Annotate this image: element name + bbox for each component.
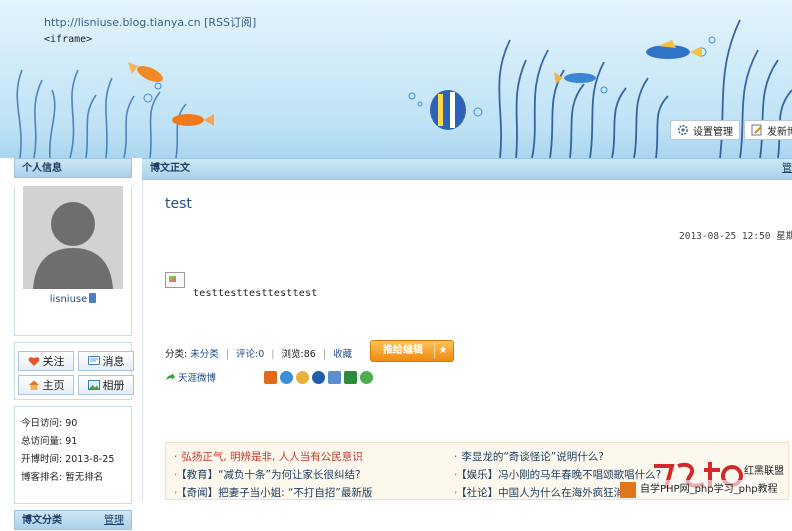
settings-button-label: 设置管理 — [693, 126, 733, 138]
album-button[interactable]: 相册 — [78, 375, 134, 395]
news-item[interactable]: · 李显龙的“奇谈怪论”说明什么? — [454, 449, 604, 464]
bullet-icon: · — [454, 469, 458, 481]
news-item[interactable]: · 【教育】“减负十条”为何让家长很纠结? — [174, 467, 361, 482]
bullet-icon: · — [174, 487, 178, 499]
profile-panel-title: 个人信息 — [14, 158, 132, 178]
message-button-label: 消息 — [102, 355, 125, 368]
views-count: 浏览:86 — [281, 349, 316, 360]
meta-separator: | — [271, 349, 275, 360]
share-arrow-icon — [166, 373, 175, 380]
bullet-icon: · — [454, 487, 458, 499]
weibo-share-label: 天涯微博 — [178, 373, 217, 384]
profile-actions: 关注 消息 主页 相册 — [14, 342, 134, 400]
broken-image-icon — [165, 272, 185, 288]
new-post-button[interactable]: 发新博 — [744, 120, 792, 140]
bullet-icon: · — [174, 469, 178, 481]
post-content: testtesttesttesttest — [193, 288, 318, 299]
blog-url[interactable]: http://lisniuse.blog.tianya.cn [RSS订阅] — [44, 14, 256, 30]
rss-link[interactable]: [RSS订阅] — [204, 16, 256, 29]
news-item[interactable]: · 弘扬正气, 明辨是非, 人人当有公民意识 — [174, 449, 363, 464]
iframe-placeholder-text: <iframe> — [44, 34, 93, 45]
profile-panel: lisniuse — [14, 186, 132, 336]
sidebar: 个人信息 lisniuse 关注 消息 主页 相册 今日访问: 90 总访问量:… — [14, 158, 134, 530]
bullet-icon: · — [174, 451, 178, 463]
stat-blog-start-date: 开博时间: 2013-8-25 — [21, 454, 115, 465]
favorite-link[interactable]: 收藏 — [333, 349, 352, 360]
blog-url-link[interactable]: http://lisniuse.blog.tianya.cn — [44, 16, 201, 29]
rss-share-icon[interactable] — [264, 370, 278, 384]
message-button[interactable]: 消息 — [78, 351, 134, 371]
weibo-share-link[interactable]: 天涯微博 — [165, 370, 216, 384]
news-link[interactable]: 李显龙的“奇谈怪论”说明什么? — [461, 451, 603, 463]
push-to-editor-label: 推给编辑 — [383, 345, 423, 356]
kaixin-share-icon[interactable] — [296, 370, 310, 384]
home-button[interactable]: 主页 — [18, 375, 74, 395]
comments-link[interactable]: 评论:0 — [236, 349, 264, 360]
bullet-icon: · — [454, 451, 458, 463]
category-label: 分类: — [165, 349, 188, 360]
new-post-button-label: 发新博 — [767, 126, 792, 138]
mobile-icon — [89, 293, 97, 303]
home-button-label: 主页 — [42, 379, 65, 392]
push-to-editor-button[interactable]: 推给编辑 ★ — [370, 340, 454, 362]
post-section-header: 博文正文 管 — [142, 158, 792, 180]
follow-button-label: 关注 — [42, 355, 65, 368]
news-item[interactable]: · 【社论】中国人为什么在海外疯狂消费 — [454, 485, 635, 500]
post-manage-link[interactable]: 管 — [782, 159, 792, 179]
default-avatar-icon — [33, 202, 113, 289]
settings-button[interactable]: 设置管理 — [670, 120, 740, 140]
stats-panel: 今日访问: 90 总访问量: 91 开博时间: 2013-8-25 博客排名: … — [14, 406, 132, 504]
fish-orange-top-icon — [128, 62, 163, 83]
news-link[interactable]: 【教育】“减负十条”为何让家长很纠结? — [181, 469, 360, 481]
heart-icon — [28, 357, 39, 366]
category-panel-title-text: 博文分类 — [22, 515, 62, 526]
post-body: test 2013-08-25 12:50 星期日 testtesttestte… — [142, 180, 792, 500]
post-meta: 分类: 未分类 | 评论:0 | 浏览:86 | 收藏 — [165, 346, 352, 360]
album-button-label: 相册 — [102, 379, 125, 392]
fish-orange-bottom-icon — [172, 114, 214, 126]
news-link[interactable]: 弘扬正气, 明辨是非, 人人当有公民意识 — [181, 451, 362, 463]
clover-share-icon[interactable] — [360, 370, 374, 384]
avatar[interactable] — [23, 186, 123, 289]
message-icon — [87, 356, 100, 365]
watermark-brand: 红黑联盟 — [744, 466, 784, 477]
meta-separator: | — [225, 349, 229, 360]
blog-header: http://lisniuse.blog.tianya.cn [RSS订阅] <… — [0, 0, 792, 158]
tencent-share-icon[interactable] — [328, 370, 342, 384]
category-link[interactable]: 未分类 — [190, 349, 219, 360]
gear-icon — [678, 125, 688, 135]
stat-today-visits: 今日访问: 90 — [21, 418, 78, 429]
home-icon — [28, 380, 39, 390]
post-title[interactable]: test — [165, 196, 192, 212]
category-panel-title: 博文分类 管理 — [14, 510, 132, 530]
watermark-footer: 自学PHP网_php学习_php教程 — [640, 480, 778, 495]
fish-striped-icon — [430, 90, 466, 130]
fish-blue-right-icon — [554, 72, 596, 84]
stat-blog-rank: 博客排名: 暂无排名 — [21, 472, 104, 483]
fish-yellow-right-icon — [646, 40, 702, 59]
news-link[interactable]: 【奇闻】把妻子当小姐: “不打自招”最新版 — [181, 487, 372, 499]
username-row[interactable]: lisniuse — [15, 293, 131, 307]
photo-icon — [87, 380, 100, 390]
share-bar: 天涯微博 — [165, 370, 374, 384]
news-item[interactable]: · 【奇闻】把妻子当小姐: “不打自招”最新版 — [174, 485, 372, 500]
meta-separator: | — [322, 349, 327, 360]
star-icon: ★ — [434, 343, 451, 359]
stat-total-visits: 总访问量: 91 — [21, 436, 78, 447]
douban-share-icon[interactable] — [344, 370, 358, 384]
post-section-title: 博文正文 — [150, 163, 190, 174]
renren-share-icon[interactable] — [312, 370, 326, 384]
category-manage-link[interactable]: 管理 — [104, 511, 124, 531]
news-link[interactable]: 【社论】中国人为什么在海外疯狂消费 — [461, 487, 634, 499]
edit-icon — [751, 124, 762, 136]
post-area: 博文正文 管 test 2013-08-25 12:50 星期日 testtes… — [142, 158, 792, 500]
qzone-share-icon[interactable] — [280, 370, 294, 384]
username-link[interactable]: lisniuse — [50, 294, 88, 305]
follow-button[interactable]: 关注 — [18, 351, 74, 371]
post-date: 2013-08-25 12:50 星期日 — [679, 231, 792, 242]
